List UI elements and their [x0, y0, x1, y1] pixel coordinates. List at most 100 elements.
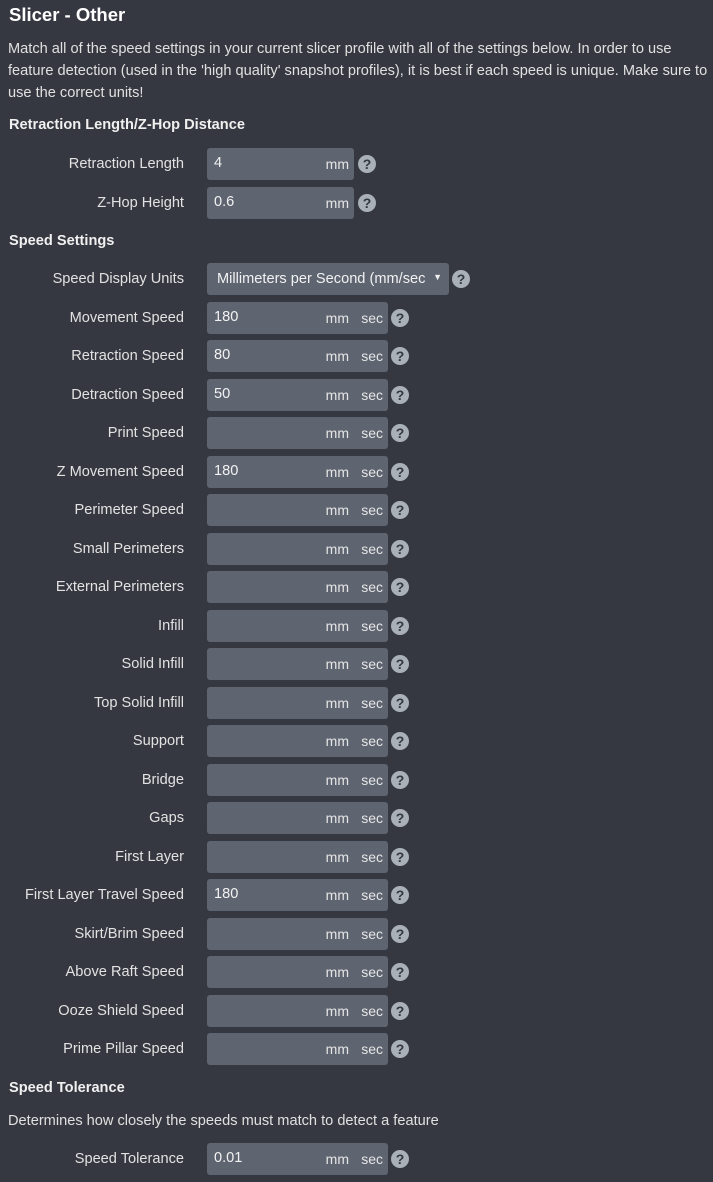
solid-infill-row: Solid Infill mm sec? [0, 648, 713, 687]
question-circle-icon[interactable]: ? [391, 809, 409, 827]
small-perimeters-row: Small Perimeters mm sec? [0, 532, 713, 572]
unit-mm: mm [325, 194, 349, 211]
question-circle-icon[interactable]: ? [391, 385, 409, 404]
above-raft-speed-row: Above Raft Speed mm sec? [0, 956, 713, 995]
external-perimeters-input[interactable]: mm sec [207, 571, 388, 603]
z-hop-height-row: Z-Hop Height 0.6 mm? [0, 186, 713, 226]
question-circle-icon[interactable]: ? [391, 347, 409, 365]
speed-tolerance-row: Speed Tolerance 0.01 mm sec? [0, 1143, 713, 1182]
unit-mm: mm [325, 617, 349, 634]
unit-mm: mm [325, 925, 349, 942]
top-solid-infill-input[interactable]: mm sec [207, 686, 388, 719]
above-raft-speed-input[interactable]: mm sec [207, 956, 388, 988]
speed-display-units-select[interactable]: Millimeters per Second (mm/sec) ▼ [207, 263, 449, 295]
ooze-shield-speed-input[interactable]: mm sec [207, 994, 388, 1027]
field-label: Skirt/Brim Speed [74, 925, 185, 942]
retraction-length-input[interactable]: 4 mm [207, 148, 354, 180]
field-label: Retraction Speed [71, 348, 184, 364]
question-circle-icon[interactable]: ? [391, 847, 409, 866]
field-label: Retraction Length [68, 156, 184, 172]
perimeter-speed-row: Perimeter Speed mm sec? [0, 494, 713, 533]
unit-sec: sec [361, 540, 383, 557]
print-speed-row: Print Speed mm sec? [0, 417, 713, 456]
tolerance-description: Determines how closely the speeds must m… [8, 1113, 439, 1129]
bridge-row: Bridge mm sec? [0, 763, 713, 803]
perimeter-speed-input[interactable]: mm sec [207, 494, 388, 526]
question-circle-icon[interactable]: ? [391, 501, 409, 519]
small-perimeters-input[interactable]: mm sec [207, 532, 388, 565]
unit-mm: mm [325, 810, 349, 826]
retraction-speed-input[interactable]: 80 mm sec [207, 340, 388, 372]
question-circle-icon[interactable]: ? [391, 616, 409, 635]
support-row: Support mm sec? [0, 725, 713, 764]
question-circle-icon[interactable]: ? [391, 1040, 409, 1058]
caret-down-icon: ▼ [433, 272, 442, 282]
unit-mm: mm [325, 771, 349, 788]
unit-sec: sec [361, 771, 383, 788]
gaps-row: Gaps mm sec? [0, 802, 713, 841]
speed-tolerance-input[interactable]: 0.01 mm sec [207, 1143, 388, 1175]
question-circle-icon[interactable]: ? [391, 732, 409, 750]
skirt-brim-speed-input[interactable]: mm sec [207, 917, 388, 950]
unit-sec: sec [361, 733, 383, 749]
unit-sec: sec [361, 1151, 383, 1167]
infill-input[interactable]: mm sec [207, 609, 388, 642]
unit-mm: mm [325, 540, 349, 557]
field-label: Bridge [141, 771, 184, 788]
unit-mm: mm [325, 887, 349, 903]
question-circle-icon[interactable]: ? [391, 578, 409, 596]
unit-sec: sec [361, 617, 383, 634]
speed-heading: Speed Settings [9, 233, 115, 249]
question-circle-icon[interactable]: ? [391, 1150, 409, 1168]
input-value: 0.6 [214, 193, 235, 210]
unit-sec: sec [361, 1002, 383, 1019]
field-label: First Layer [115, 848, 184, 865]
first-layer-input[interactable]: mm sec [207, 840, 388, 873]
field-label: Perimeter Speed [74, 502, 184, 518]
question-circle-icon[interactable]: ? [391, 693, 409, 712]
question-circle-icon[interactable]: ? [452, 270, 470, 288]
input-value: 180 [214, 308, 239, 325]
question-circle-icon[interactable]: ? [391, 770, 409, 789]
input-value: 4 [214, 155, 223, 171]
gaps-input[interactable]: mm sec [207, 802, 388, 834]
question-circle-icon[interactable]: ? [391, 308, 409, 327]
movement-speed-input[interactable]: 180 mm sec [207, 301, 388, 334]
retraction-speed-row: Retraction Speed 80 mm sec? [0, 340, 713, 379]
z-movement-speed-input[interactable]: 180 mm sec [207, 455, 388, 488]
unit-sec: sec [361, 887, 383, 903]
field-label: Top Solid Infill [93, 694, 184, 711]
prime-pillar-speed-input[interactable]: mm sec [207, 1033, 388, 1065]
question-circle-icon[interactable]: ? [391, 539, 409, 558]
field-label: Movement Speed [69, 309, 184, 326]
question-circle-icon[interactable]: ? [391, 462, 409, 481]
unit-sec: sec [361, 1041, 383, 1057]
input-value: 0.01 [214, 1150, 243, 1166]
ooze-shield-speed-row: Ooze Shield Speed mm sec? [0, 994, 713, 1034]
unit-sec: sec [361, 810, 383, 826]
question-circle-icon[interactable]: ? [391, 963, 409, 981]
unit-sec: sec [361, 694, 383, 711]
z-hop-height-input[interactable]: 0.6 mm [207, 186, 354, 219]
print-speed-input[interactable]: mm sec [207, 417, 388, 449]
bridge-input[interactable]: mm sec [207, 763, 388, 796]
question-circle-icon[interactable]: ? [391, 924, 409, 943]
movement-speed-row: Movement Speed 180 mm sec? [0, 301, 713, 341]
unit-sec: sec [361, 309, 383, 326]
unit-mm: mm [325, 1151, 349, 1167]
solid-infill-input[interactable]: mm sec [207, 648, 388, 680]
question-circle-icon[interactable]: ? [391, 1001, 409, 1020]
question-circle-icon[interactable]: ? [358, 193, 376, 212]
unit-sec: sec [361, 386, 383, 403]
first-layer-travel-speed-input[interactable]: 180 mm sec [207, 879, 388, 911]
question-circle-icon[interactable]: ? [358, 155, 376, 173]
support-input[interactable]: mm sec [207, 725, 388, 757]
detraction-speed-input[interactable]: 50 mm sec [207, 378, 388, 411]
unit-mm: mm [325, 579, 349, 595]
description: Match all of the speed settings in your … [8, 41, 708, 101]
question-circle-icon[interactable]: ? [391, 655, 409, 673]
field-label: Speed Display Units [52, 271, 184, 287]
question-circle-icon[interactable]: ? [391, 886, 409, 904]
question-circle-icon[interactable]: ? [391, 424, 409, 442]
field-label: Solid Infill [121, 656, 184, 672]
